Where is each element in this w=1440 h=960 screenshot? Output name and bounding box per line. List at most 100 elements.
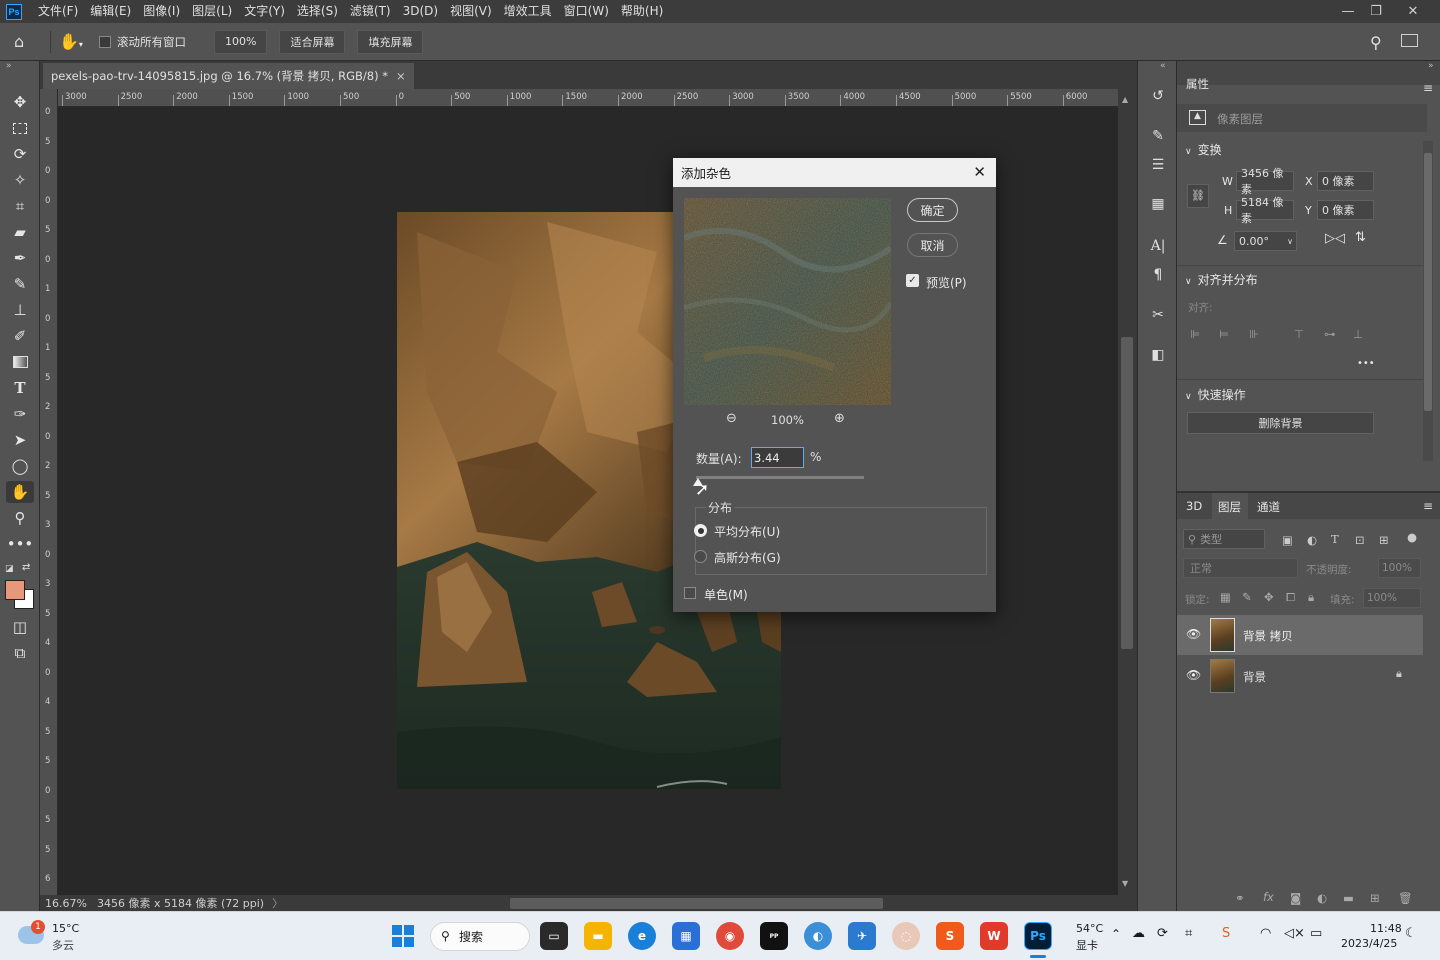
align-top-icon[interactable]: ⊤: [1294, 327, 1304, 341]
chat-app-icon[interactable]: ◐: [804, 922, 832, 950]
wifi-icon[interactable]: ◠: [1260, 926, 1271, 941]
dialog-close-icon[interactable]: ✕: [973, 163, 986, 181]
vertical-scroll-thumb[interactable]: [1121, 337, 1133, 649]
libraries-icon[interactable]: ◧: [1146, 344, 1170, 366]
document-tab[interactable]: pexels-pao-trv-14095815.jpg @ 16.7% (背景 …: [43, 63, 414, 89]
width-field[interactable]: 3456 像素: [1236, 167, 1294, 196]
align-section-header[interactable]: ∨ 对齐并分布: [1185, 271, 1258, 288]
uniform-radio[interactable]: [694, 524, 707, 537]
store-icon[interactable]: ▦: [672, 922, 700, 950]
lasso-tool-icon[interactable]: ⟳: [6, 143, 34, 165]
clock-time[interactable]: 11:48: [1370, 922, 1402, 935]
frame-tool-icon[interactable]: ▰: [6, 221, 34, 243]
magic-wand-tool-icon[interactable]: ✧: [6, 169, 34, 191]
layer-filter-select[interactable]: ⚲ 类型: [1183, 529, 1265, 549]
menu-window[interactable]: 窗口(W): [558, 0, 615, 23]
filter-type-icon[interactable]: T: [1331, 532, 1339, 546]
lock-image-icon[interactable]: ✎: [1242, 590, 1252, 604]
dialog-titlebar[interactable]: 添加杂色 ✕: [673, 158, 996, 187]
ime-icon[interactable]: ⌗: [1185, 926, 1192, 941]
filter-adjustment-icon[interactable]: ◐: [1307, 533, 1317, 547]
search-icon[interactable]: ⚲: [1370, 33, 1382, 52]
photoshop-taskbar-icon[interactable]: Ps: [1024, 922, 1052, 950]
opacity-field[interactable]: 100%: [1378, 558, 1421, 578]
collapse-panel-icon[interactable]: «: [1160, 61, 1166, 71]
weather-desc[interactable]: 多云: [52, 937, 74, 953]
menu-select[interactable]: 选择(S): [291, 0, 344, 23]
layer-name[interactable]: 背景: [1243, 669, 1266, 685]
menu-filter[interactable]: 滤镜(T): [344, 0, 397, 23]
layer-name[interactable]: 背景 拷贝: [1243, 628, 1293, 644]
new-layer-icon[interactable]: ⊞: [1370, 891, 1380, 905]
layers-menu-icon[interactable]: ≡: [1423, 499, 1433, 513]
monochromatic-label[interactable]: 单色(M): [704, 586, 748, 603]
filter-shape-icon[interactable]: ⊡: [1355, 533, 1365, 547]
path-selection-icon[interactable]: ➤: [6, 429, 34, 451]
stamp-tool-icon[interactable]: ⊥: [6, 299, 34, 321]
preview-checkbox[interactable]: ✓: [906, 274, 919, 287]
sync-icon[interactable]: ⟳: [1157, 926, 1168, 941]
align-left-icon[interactable]: ⊫: [1190, 327, 1200, 341]
workspace-icon[interactable]: [1401, 34, 1418, 47]
notifications-icon[interactable]: ☾: [1405, 926, 1417, 941]
angle-field[interactable]: 0.00° ∨: [1234, 231, 1297, 251]
lock-transparent-icon[interactable]: ▦: [1220, 590, 1231, 604]
pen-tool-icon[interactable]: ✑: [6, 403, 34, 425]
battery-icon[interactable]: ▭: [1310, 926, 1322, 941]
checkbox-box[interactable]: [99, 35, 111, 48]
layer-row[interactable]: 👁︎ 背景 拷贝: [1177, 615, 1423, 655]
cancel-button[interactable]: 取消: [907, 233, 958, 257]
monochromatic-checkbox[interactable]: [684, 587, 696, 599]
brush-tool-icon[interactable]: ✎: [6, 273, 34, 295]
add-mask-icon[interactable]: ◙: [1290, 891, 1301, 905]
start-icon[interactable]: [392, 925, 414, 947]
fit-screen-button[interactable]: 适合屏幕: [279, 29, 346, 54]
align-right-icon[interactable]: ⊪: [1249, 327, 1259, 341]
foreground-color-swatch[interactable]: [5, 580, 25, 600]
clock-date[interactable]: 2023/4/25: [1341, 937, 1397, 950]
transform-section-header[interactable]: ∨ 变换: [1185, 141, 1222, 158]
fill-field[interactable]: 100%: [1363, 588, 1421, 608]
x-field[interactable]: 0 像素: [1317, 171, 1374, 191]
zoom-tool-icon[interactable]: ⚲: [6, 507, 34, 529]
eyedropper-tool-icon[interactable]: ✒: [6, 247, 34, 269]
more-tools-icon[interactable]: •••: [6, 533, 34, 555]
onedrive-icon[interactable]: ☁: [1132, 926, 1145, 941]
flip-horizontal-icon[interactable]: ▷◁: [1325, 231, 1345, 246]
app-icon[interactable]: ◌: [892, 922, 920, 950]
link-layers-icon[interactable]: ⚭: [1235, 891, 1245, 905]
properties-panel-icon[interactable]: ▦: [1146, 193, 1170, 215]
menu-layer[interactable]: 图层(L): [186, 0, 238, 23]
history-panel-icon[interactable]: ↺: [1146, 85, 1170, 107]
layer-effects-icon[interactable]: fx: [1263, 890, 1274, 904]
gaussian-label[interactable]: 高斯分布(G): [714, 549, 781, 566]
blend-mode-select[interactable]: 正常: [1183, 558, 1298, 578]
remove-background-button[interactable]: 删除背景: [1187, 412, 1374, 434]
align-bottom-icon[interactable]: ⊥: [1353, 327, 1363, 341]
align-vcenter-icon[interactable]: ⊶: [1324, 327, 1336, 341]
zoom-out-icon[interactable]: ⊖: [726, 411, 737, 426]
menu-file[interactable]: 文件(F): [32, 0, 84, 23]
vertical-scrollbar[interactable]: ▲ ▼: [1118, 89, 1137, 895]
more-options-icon[interactable]: •••: [1357, 358, 1375, 369]
close-tab-icon[interactable]: ×: [396, 69, 406, 83]
type-tool-icon[interactable]: T: [6, 377, 34, 399]
flip-vertical-icon[interactable]: ⇅: [1355, 230, 1366, 245]
quick-actions-header[interactable]: ∨ 快速操作: [1185, 386, 1246, 403]
show-hidden-icons-icon[interactable]: ⌃: [1111, 927, 1121, 941]
menu-view[interactable]: 视图(V): [444, 0, 498, 23]
paragraph-panel-icon[interactable]: ¶: [1146, 264, 1170, 286]
filter-toggle-icon[interactable]: ●: [1407, 530, 1417, 544]
screen-mode-icon[interactable]: ⧉: [6, 642, 34, 664]
brush-settings-icon[interactable]: ✎: [1146, 125, 1170, 147]
taskbar-search[interactable]: ⚲ 搜索: [430, 922, 530, 951]
chrome-icon[interactable]: ◉: [716, 922, 744, 950]
default-colors-icon[interactable]: ◪: [5, 564, 14, 574]
volume-muted-icon[interactable]: ◁×: [1284, 926, 1305, 941]
fill-screen-button[interactable]: 填充屏幕: [357, 29, 424, 54]
align-hcenter-icon[interactable]: ⊨: [1219, 327, 1229, 341]
panel-menu-icon[interactable]: ≡: [1423, 81, 1433, 95]
gradient-tool-icon[interactable]: [6, 351, 34, 373]
edge-icon[interactable]: e: [628, 922, 656, 950]
layer-row[interactable]: 👁︎ 背景 🔒︎: [1177, 656, 1423, 696]
